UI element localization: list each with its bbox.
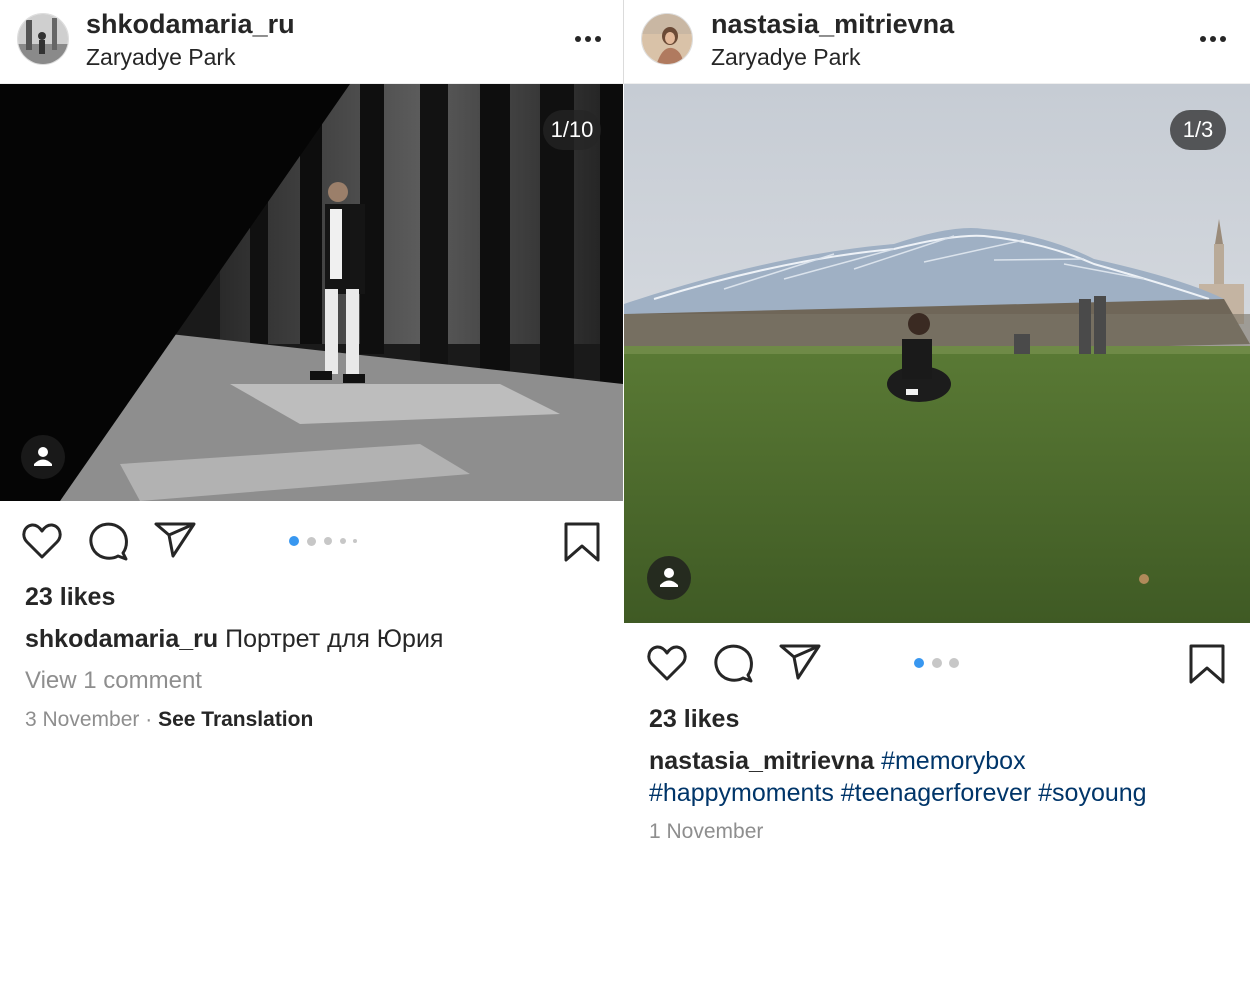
post-nastasia: nastasia_mitrievna Zaryadye Park 1/3 23 …	[624, 0, 1250, 1000]
likes-count[interactable]: 23 likes	[25, 583, 115, 612]
post-photo[interactable]: 1/3	[624, 84, 1250, 623]
caption-text: Портрет для Юрия	[225, 625, 444, 653]
separator-dot: ·	[145, 708, 153, 731]
hashtag-link[interactable]: #soyoung	[1038, 779, 1146, 807]
more-options-icon[interactable]	[1199, 36, 1229, 44]
hashtag-link[interactable]: #teenagerforever	[841, 779, 1031, 807]
see-translation-link[interactable]: See Translation	[158, 708, 313, 731]
post-caption: nastasia_mitrievna #memorybox #happymome…	[649, 745, 1229, 809]
heart-icon[interactable]	[21, 521, 63, 561]
likes-count[interactable]: 23 likes	[649, 705, 739, 734]
media-counter-badge: 1/10	[543, 110, 601, 150]
post-location[interactable]: Zaryadye Park	[86, 44, 236, 71]
comment-icon[interactable]	[713, 643, 755, 685]
avatar[interactable]	[641, 13, 693, 65]
caption-username[interactable]: shkodamaria_ru	[25, 625, 218, 653]
carousel-dot	[324, 537, 332, 545]
post-date: 3 November	[25, 708, 140, 731]
avatar[interactable]	[17, 13, 69, 65]
post-shkodamaria: shkodamaria_ru Zaryadye Park 1/10 23 lik…	[0, 0, 624, 1000]
carousel-indicator	[289, 536, 369, 546]
hashtag-link[interactable]: #happymoments	[649, 779, 834, 807]
bookmark-icon[interactable]	[1188, 643, 1226, 685]
carousel-dot	[353, 539, 357, 543]
post-date: 1 November	[649, 820, 764, 843]
caption-username[interactable]: nastasia_mitrievna	[649, 747, 874, 775]
carousel-dot	[340, 538, 346, 544]
heart-icon[interactable]	[646, 643, 688, 683]
carousel-dot	[307, 537, 316, 546]
view-comments-link[interactable]: View 1 comment	[25, 667, 202, 695]
carousel-indicator	[914, 658, 964, 668]
carousel-dot	[949, 658, 959, 668]
media-counter-badge: 1/3	[1170, 110, 1226, 150]
post-photo[interactable]: 1/10	[0, 84, 623, 501]
send-icon[interactable]	[779, 643, 821, 681]
hashtag-link[interactable]: #memorybox	[881, 747, 1026, 775]
post-caption: shkodamaria_ru Портрет для Юрия	[25, 623, 605, 655]
tagged-users-button[interactable]	[647, 556, 691, 600]
person-icon	[34, 447, 52, 466]
post-username[interactable]: nastasia_mitrievna	[711, 9, 954, 40]
post-date-row: 3 November · See Translation	[25, 708, 313, 732]
person-icon	[660, 568, 678, 587]
carousel-dot-active	[289, 536, 299, 546]
send-icon[interactable]	[154, 521, 196, 559]
more-options-icon[interactable]	[574, 36, 604, 44]
tagged-users-button[interactable]	[21, 435, 65, 479]
post-header: nastasia_mitrievna Zaryadye Park	[624, 0, 1250, 84]
carousel-dot-active	[914, 658, 924, 668]
post-header: shkodamaria_ru Zaryadye Park	[0, 0, 624, 84]
post-location[interactable]: Zaryadye Park	[711, 44, 861, 71]
carousel-dot	[932, 658, 942, 668]
post-username[interactable]: shkodamaria_ru	[86, 9, 295, 40]
bookmark-icon[interactable]	[563, 521, 601, 563]
comment-icon[interactable]	[88, 521, 130, 563]
